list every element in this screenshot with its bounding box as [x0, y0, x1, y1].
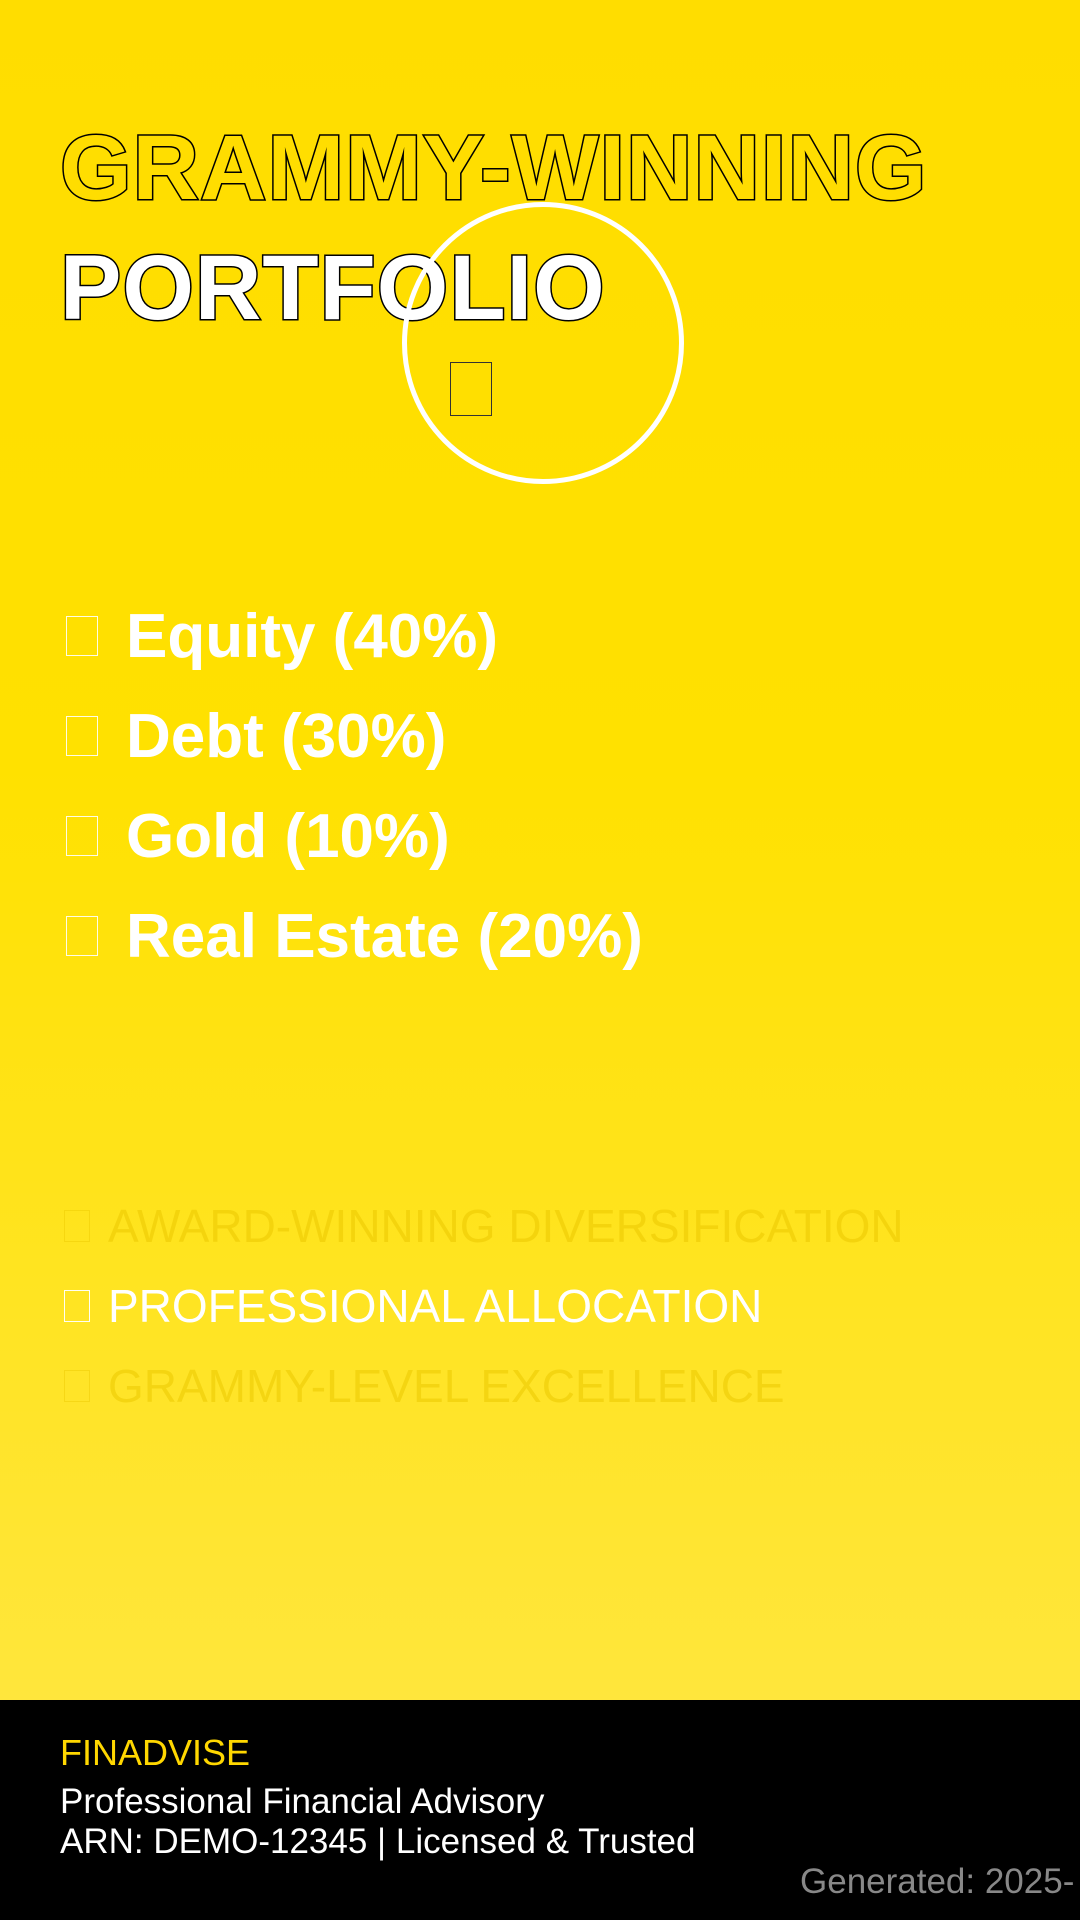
feature-label: PROFESSIONAL ALLOCATION — [108, 1280, 763, 1332]
feature-label: AWARD-WINNING DIVERSIFICATION — [108, 1200, 904, 1252]
title-line-1: GRAMMY-WINNING — [58, 117, 928, 219]
generated-timestamp: Generated: 2025- — [800, 1862, 1075, 1901]
allocation-item-real-estate: Real Estate (20%) — [66, 896, 643, 976]
feature-professional-allocation: PROFESSIONAL ALLOCATION — [64, 1276, 762, 1336]
footer: FINADVISE Professional Financial Advisor… — [0, 1700, 1080, 1920]
unrendered-glyph-icon — [66, 616, 98, 656]
allocation-item-equity: Equity (40%) — [66, 596, 498, 676]
feature-award-winning-diversification: AWARD-WINNING DIVERSIFICATION — [64, 1196, 904, 1256]
unrendered-glyph-icon — [66, 816, 98, 856]
unrendered-glyph-icon — [64, 1290, 90, 1322]
brand-tagline: Professional Financial Advisory — [60, 1782, 545, 1821]
feature-grammy-level-excellence: GRAMMY-LEVEL EXCELLENCE — [64, 1356, 785, 1416]
allocation-item-debt: Debt (30%) — [66, 696, 446, 776]
unrendered-glyph-icon — [66, 916, 98, 956]
emblem-circle — [402, 202, 684, 484]
allocation-label: Real Estate (20%) — [126, 901, 643, 971]
allocation-label: Debt (30%) — [126, 701, 447, 771]
allocation-label: Equity (40%) — [126, 601, 499, 671]
allocation-label: Gold (10%) — [126, 801, 450, 871]
unrendered-glyph-icon — [64, 1370, 90, 1402]
unrendered-glyph-icon — [64, 1210, 90, 1242]
brand-name: FINADVISE — [60, 1732, 251, 1773]
unrendered-glyph-icon — [450, 362, 492, 416]
arn-license-text: ARN: DEMO-12345 | Licensed & Trusted — [60, 1822, 696, 1861]
allocation-item-gold: Gold (10%) — [66, 796, 450, 876]
unrendered-glyph-icon — [66, 716, 98, 756]
feature-label: GRAMMY-LEVEL EXCELLENCE — [108, 1360, 785, 1412]
